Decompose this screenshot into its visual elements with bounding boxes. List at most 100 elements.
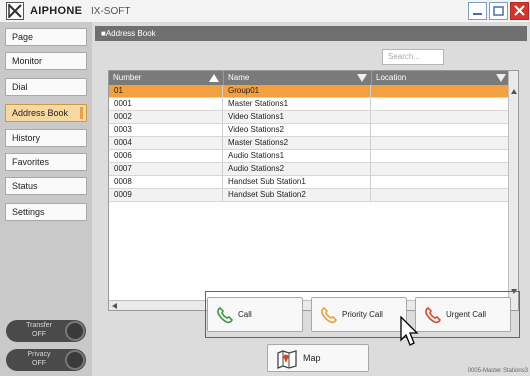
search-input[interactable]: Search... [382,49,444,65]
status-text: 0005-Master Stations3 [467,368,528,374]
table-row[interactable]: 01 Group01 [109,85,509,98]
priority-call-label: Priority Call [342,310,383,319]
cell-name: Video Stations2 [223,124,371,136]
map-icon [277,350,297,369]
search-placeholder: Search... [388,52,421,61]
sidebar-item-page[interactable]: Page [5,28,87,46]
main-panel: ■Address Book Search... Number Name Loca… [92,22,530,376]
cell-number: 0001 [109,98,223,110]
cell-location [371,150,509,162]
urgent-call-label: Urgent Call [446,310,487,319]
minimize-icon [473,13,482,15]
table-row[interactable]: 0008 Handset Sub Station1 [109,176,509,189]
cell-location [371,111,509,123]
sidebar-item-dial[interactable]: Dial [5,78,87,96]
cell-location [371,163,509,175]
sidebar: Page Monitor Dial Address Book History F… [0,22,92,376]
cell-name: Audio Stations1 [223,150,371,162]
transfer-toggle[interactable]: Transfer OFF [6,320,86,342]
cell-number: 0002 [109,111,223,123]
sidebar-item-label: Address Book [12,108,69,118]
call-button[interactable]: Call [207,297,303,332]
title-bar: AIPHONE IX-SOFT [0,0,530,22]
call-button-label: Call [238,310,252,319]
table-body: 01 Group01 0001 Master Stations1 0002 Vi… [109,85,509,202]
toggle-knob-icon [65,350,85,370]
column-header-location[interactable]: Location [371,71,509,85]
table-row[interactable]: 0006 Audio Stations1 [109,150,509,163]
cell-number: 0004 [109,137,223,149]
sidebar-item-label: History [12,133,41,143]
cell-number: 0006 [109,150,223,162]
table-header: Number Name Location [109,71,509,85]
column-header-number[interactable]: Number [109,71,223,85]
privacy-toggle[interactable]: Privacy OFF [6,349,86,371]
dropdown-arrow-icon [496,74,506,82]
sidebar-item-label: Dial [12,82,28,92]
cell-location [371,124,509,136]
close-icon [514,5,525,16]
sort-ascending-icon [209,74,219,82]
phone-urgent-icon [425,307,441,324]
mouse-pointer-icon [400,316,419,346]
sidebar-item-status[interactable]: Status [5,177,87,195]
cell-name: Group01 [223,85,371,97]
sidebar-item-label: Favorites [12,157,50,167]
vertical-scrollbar[interactable] [508,71,518,310]
sidebar-item-label: Status [12,181,38,191]
sidebar-item-label: Monitor [12,56,43,66]
transfer-label: Transfer [26,322,52,329]
privacy-state: OFF [32,360,46,367]
cell-name: Handset Sub Station2 [223,189,371,201]
cell-name: Video Stations1 [223,111,371,123]
address-book-table: Number Name Location 01 Group01 0001 Mas… [108,70,519,311]
map-button-label: Map [303,353,321,363]
cell-location [371,189,509,201]
cell-name: Audio Stations2 [223,163,371,175]
map-button[interactable]: Map [267,344,369,372]
sidebar-item-favorites[interactable]: Favorites [5,153,87,171]
sidebar-item-history[interactable]: History [5,129,87,147]
column-header-name[interactable]: Name [223,71,371,85]
table-row[interactable]: 0002 Video Stations1 [109,111,509,124]
urgent-call-button[interactable]: Urgent Call [415,297,511,332]
toggle-knob-icon [65,321,85,341]
table-row[interactable]: 0001 Master Stations1 [109,98,509,111]
cell-number: 01 [109,85,223,97]
sidebar-item-monitor[interactable]: Monitor [5,52,87,70]
cell-number: 0009 [109,189,223,201]
phone-icon [217,307,233,324]
sidebar-item-label: Page [12,32,34,42]
active-indicator [80,107,83,119]
priority-call-button[interactable]: Priority Call [311,297,407,332]
scroll-up-icon[interactable] [511,89,517,94]
minimize-button[interactable] [468,2,487,20]
phone-priority-icon [321,307,337,324]
cell-location [371,98,509,110]
cell-number: 0003 [109,124,223,136]
aiphone-logo-icon [6,2,24,20]
table-row[interactable]: 0004 Master Stations2 [109,137,509,150]
cell-number: 0007 [109,163,223,175]
sidebar-item-settings[interactable]: Settings [5,203,87,221]
transfer-state: OFF [32,331,46,338]
section-header: ■Address Book [95,26,527,41]
table-row[interactable]: 0003 Video Stations2 [109,124,509,137]
cell-number: 0008 [109,176,223,188]
cell-name: Master Stations1 [223,98,371,110]
maximize-icon [493,6,504,16]
sidebar-item-label: Settings [12,207,45,217]
close-button[interactable] [510,2,529,20]
cell-location [371,176,509,188]
table-row[interactable]: 0007 Audio Stations2 [109,163,509,176]
scroll-left-icon[interactable] [112,303,117,309]
maximize-button[interactable] [489,2,508,20]
table-row[interactable]: 0009 Handset Sub Station2 [109,189,509,202]
cell-location [371,137,509,149]
app-brand: AIPHONE [30,5,83,17]
cell-location [371,85,509,97]
cell-name: Master Stations2 [223,137,371,149]
app-product-name: IX-SOFT [91,6,131,17]
dropdown-arrow-icon [357,74,367,82]
sidebar-item-address-book[interactable]: Address Book [5,104,87,122]
